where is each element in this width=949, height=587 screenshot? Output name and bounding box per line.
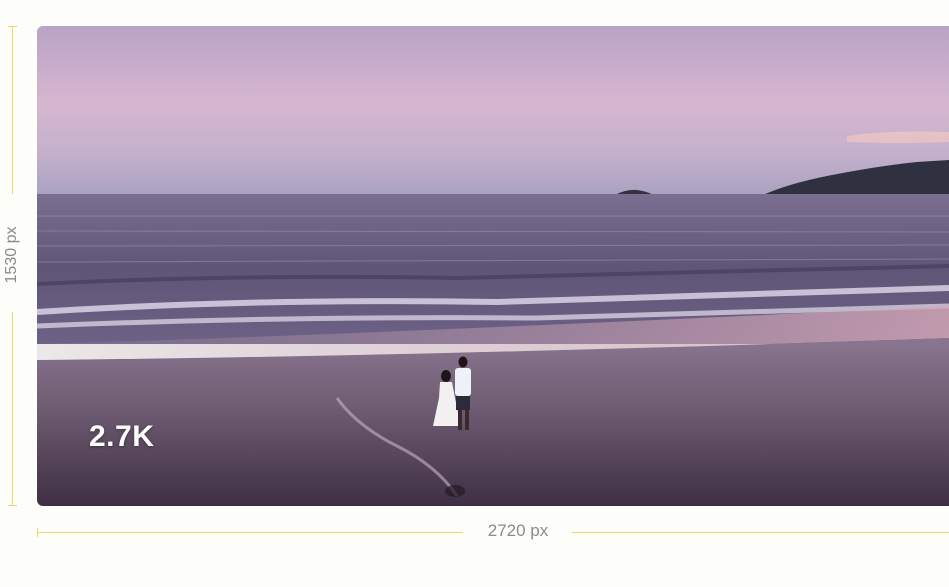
height-marker-line-bottom (12, 312, 13, 506)
height-marker-bottom-tick (8, 505, 17, 506)
height-marker-line-top (12, 26, 13, 194)
height-label: 1530 px (3, 226, 20, 284)
width-marker-line-left (37, 532, 463, 533)
beach-sunset-photo: 2.7K (37, 26, 949, 506)
beach-sunset-illustration (37, 26, 949, 506)
resolution-label: 2.7K (89, 420, 155, 453)
width-label: 2720 px (487, 521, 549, 540)
width-marker-line-right (572, 532, 949, 533)
